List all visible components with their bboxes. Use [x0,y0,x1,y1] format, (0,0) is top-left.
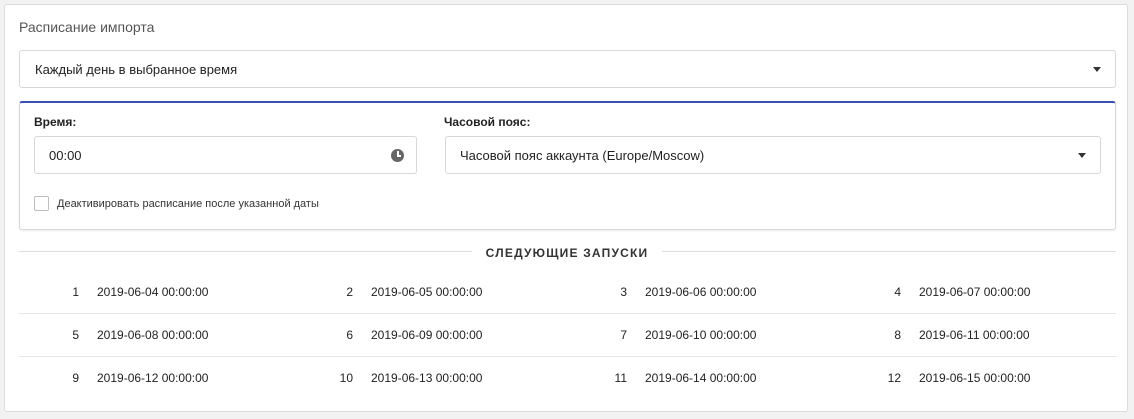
run-number: 7 [620,328,627,342]
deactivate-checkbox-label[interactable]: Деактивировать расписание после указанно… [57,198,319,210]
run-date: 2019-06-07 00:00:00 [919,285,1031,299]
run-item: 3 2019-06-06 00:00:00 [567,271,841,313]
run-number: 2 [346,285,353,299]
run-date: 2019-06-06 00:00:00 [645,285,757,299]
run-item: 5 2019-06-08 00:00:00 [19,314,293,356]
table-row: 9 2019-06-12 00:00:00 10 2019-06-13 00:00:… [19,357,1116,399]
run-date: 2019-06-13 00:00:00 [371,371,483,385]
clock-icon[interactable] [391,149,404,162]
run-number: 6 [346,328,353,342]
chevron-down-icon [1078,153,1086,158]
run-number: 8 [894,328,901,342]
chevron-down-icon [1093,67,1101,72]
run-number: 1 [72,285,79,299]
run-date: 2019-06-04 00:00:00 [97,285,209,299]
timezone-select[interactable]: Часовой пояс аккаунта (Europe/Moscow) [445,136,1101,174]
run-item: 9 2019-06-12 00:00:00 [19,357,293,399]
next-runs-heading-wrap: СЛЕДУЮЩИЕ ЗАПУСКИ [5,244,1129,262]
run-number: 4 [894,285,901,299]
table-row: 1 2019-06-04 00:00:00 2 2019-06-05 00:00:0… [19,271,1116,314]
schedule-type-value: Каждый день в выбранное время [35,62,238,77]
schedule-settings-panel: Время: 00:00 Часовой пояс: Часовой пояс … [19,101,1116,230]
run-date: 2019-06-09 00:00:00 [371,328,483,342]
time-value: 00:00 [49,148,82,163]
timezone-label: Часовой пояс: [444,115,531,129]
time-input[interactable]: 00:00 [34,136,417,174]
time-label: Время: [34,115,77,129]
section-title: Расписание импорта [19,19,155,35]
run-item: 6 2019-06-09 00:00:00 [293,314,567,356]
next-runs-heading: СЛЕДУЮЩИЕ ЗАПУСКИ [471,246,663,260]
run-number: 9 [72,371,79,385]
run-date: 2019-06-10 00:00:00 [645,328,757,342]
schedule-type-select[interactable]: Каждый день в выбранное время [19,50,1116,88]
run-date: 2019-06-05 00:00:00 [371,285,483,299]
table-row: 5 2019-06-08 00:00:00 6 2019-06-09 00:00:0… [19,314,1116,357]
run-item: 2 2019-06-05 00:00:00 [293,271,567,313]
deactivate-checkbox[interactable] [34,196,49,211]
run-number: 5 [72,328,79,342]
run-number: 11 [614,371,627,385]
timezone-value: Часовой пояс аккаунта (Europe/Moscow) [460,148,705,163]
run-date: 2019-06-11 00:00:00 [919,328,1030,342]
run-date: 2019-06-14 00:00:00 [645,371,757,385]
import-schedule-card: Расписание импорта Каждый день в выбранн… [4,4,1128,412]
next-runs-table: 1 2019-06-04 00:00:00 2 2019-06-05 00:00:0… [19,271,1116,399]
run-item: 10 2019-06-13 00:00:00 [293,357,567,399]
run-date: 2019-06-08 00:00:00 [97,328,209,342]
run-date: 2019-06-15 00:00:00 [919,371,1031,385]
run-item: 4 2019-06-07 00:00:00 [841,271,1115,313]
run-number: 12 [887,371,901,385]
run-item: 1 2019-06-04 00:00:00 [19,271,293,313]
run-item: 11 2019-06-14 00:00:00 [567,357,841,399]
run-item: 7 2019-06-10 00:00:00 [567,314,841,356]
run-item: 12 2019-06-15 00:00:00 [841,357,1115,399]
run-date: 2019-06-12 00:00:00 [97,371,209,385]
run-item: 8 2019-06-11 00:00:00 [841,314,1115,356]
run-number: 10 [339,371,353,385]
run-number: 3 [620,285,627,299]
